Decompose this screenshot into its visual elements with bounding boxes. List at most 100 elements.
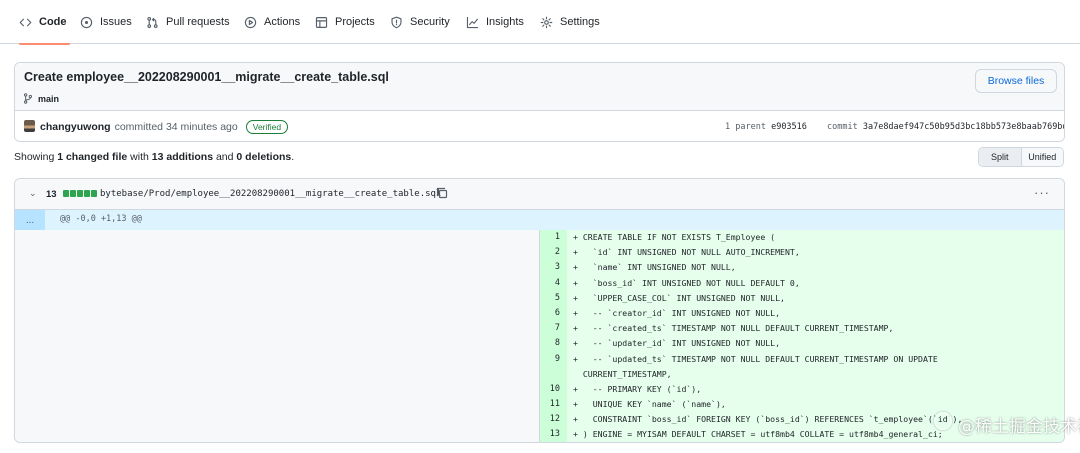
- line-number[interactable]: 3: [540, 260, 567, 276]
- line-number[interactable]: 1: [540, 230, 567, 246]
- line-number[interactable]: 13: [540, 427, 567, 442]
- diffstat-block: [91, 190, 97, 197]
- parent-label: 1 parent: [725, 122, 766, 132]
- commit-meta: changyuwong committed 34 minutes ago Ver…: [15, 111, 1064, 141]
- code-icon: [19, 18, 32, 26]
- file-diff: ⌄ 13 bytebase/Prod/employee__20220829000…: [14, 178, 1065, 443]
- code-line: + `name` INT UNSIGNED NOT NULL,: [573, 262, 736, 273]
- git-pull-request-icon: [147, 16, 158, 28]
- expand-hunk-button[interactable]: ...: [15, 210, 45, 230]
- line-number[interactable]: 11: [540, 397, 567, 413]
- tab-issues[interactable]: Issues: [80, 0, 132, 44]
- diff-line: 3 + `name` INT UNSIGNED NOT NULL,: [540, 260, 1064, 276]
- verified-badge[interactable]: Verified: [245, 120, 289, 134]
- line-number[interactable]: 7: [540, 321, 567, 337]
- diffstat-block: [77, 190, 83, 197]
- code-line: + `id` INT UNSIGNED NOT NULL AUTO_INCREM…: [573, 247, 800, 258]
- parent-sha-link[interactable]: e903516: [771, 122, 807, 132]
- graph-icon: [466, 16, 479, 28]
- diffstat-block: [84, 190, 90, 197]
- line-number[interactable]: 4: [540, 275, 567, 291]
- watermark: @稀土掘金技术社区: [958, 417, 1080, 437]
- line-number[interactable]: 9: [540, 351, 567, 382]
- diff-line: 11 + UNIQUE KEY `name` (`name`),: [540, 397, 1064, 413]
- diff-left-pane: [15, 230, 540, 442]
- kebab-menu-icon[interactable]: ···: [1034, 185, 1050, 200]
- diff-line: 2 + `id` INT UNSIGNED NOT NULL AUTO_INCRE…: [540, 245, 1064, 261]
- tab-label: Security: [410, 16, 450, 28]
- commit-title-bar: Create employee__202208290001__migrate__…: [15, 63, 1064, 111]
- tab-label: Actions: [264, 16, 301, 28]
- diff-line: 5 + `UPPER_CASE_COL` INT UNSIGNED NOT NUL…: [540, 290, 1064, 306]
- gear-icon: [540, 16, 553, 28]
- branch-name: main: [38, 93, 60, 104]
- line-number[interactable]: 2: [540, 245, 567, 261]
- line-number[interactable]: 6: [540, 305, 567, 322]
- diffstat-block: [63, 190, 69, 197]
- tab-label: Insights: [486, 16, 524, 28]
- summary-prefix: Showing: [14, 151, 55, 163]
- hunk-header: ... @@ -0,0 +1,13 @@: [15, 210, 1064, 230]
- tab-label: Code: [39, 16, 67, 28]
- diff-right-pane: 1 + CREATE TABLE IF NOT EXISTS T_Employee…: [540, 230, 1064, 442]
- summary-and: and: [215, 151, 234, 163]
- table-icon: [315, 16, 328, 28]
- diff-line: 7 + -- `created_ts` TIMESTAMP NOT NULL DE…: [540, 321, 1064, 337]
- play-icon: [244, 16, 257, 28]
- tab-pull-requests[interactable]: Pull requests: [146, 0, 230, 44]
- diff-line: 1 + CREATE TABLE IF NOT EXISTS T_Employee…: [540, 230, 1064, 246]
- tab-security[interactable]: Security: [390, 0, 450, 44]
- commit-header: Create employee__202208290001__migrate__…: [14, 62, 1065, 142]
- tab-label: Pull requests: [166, 16, 230, 28]
- file-changes-count: 13: [46, 189, 57, 200]
- commit-sha-info: commit 3a7e8daef947c50b95d3bc18bb573e8ba…: [827, 122, 1064, 132]
- diff-summary: Showing 1 changed file with 13 additions…: [14, 151, 294, 163]
- unified-view-button[interactable]: Unified: [1021, 148, 1063, 166]
- code-line: + -- `creator_id` INT UNSIGNED NOT NULL,: [573, 307, 781, 318]
- changed-files-count[interactable]: 1 changed file: [57, 151, 127, 163]
- diff-line: 10 + -- PRIMARY KEY (`id`),: [540, 381, 1064, 398]
- code-line: + -- PRIMARY KEY (`id`),: [573, 383, 702, 394]
- commit-label: commit: [827, 122, 858, 132]
- line-number[interactable]: 12: [540, 412, 567, 428]
- avatar[interactable]: [24, 120, 35, 132]
- line-number[interactable]: 5: [540, 290, 567, 306]
- author-line: changyuwong committed 34 minutes ago Ver…: [40, 120, 289, 134]
- author-link[interactable]: changyuwong: [40, 121, 111, 133]
- hunk-range: @@ -0,0 +1,13 @@: [60, 214, 142, 224]
- repo-nav: Code Issues Pull requests Actions Projec…: [0, 0, 1080, 45]
- file-header: ⌄ 13 bytebase/Prod/employee__20220829000…: [15, 179, 1064, 210]
- diffstat-block: [70, 190, 76, 197]
- commit-title: Create employee__202208290001__migrate__…: [24, 70, 389, 84]
- tab-projects[interactable]: Projects: [315, 0, 375, 44]
- summary-suffix: .: [291, 151, 295, 163]
- code-line: + -- `updated_ts` TIMESTAMP NOT NULL DEF…: [573, 353, 938, 379]
- tab-actions[interactable]: Actions: [244, 0, 300, 44]
- diffstat-bar: [63, 190, 97, 197]
- diff-view-toggle: Split Unified: [978, 147, 1064, 167]
- issue-opened-icon: [80, 16, 93, 28]
- tab-settings[interactable]: Settings: [540, 0, 600, 44]
- deletions-count: 0 deletions: [236, 151, 292, 163]
- chevron-down-icon[interactable]: ⌄: [29, 188, 37, 199]
- tab-label: Projects: [335, 16, 375, 28]
- split-view-button[interactable]: Split: [979, 148, 1022, 166]
- copy-icon[interactable]: [436, 187, 448, 199]
- committed-time: committed 34 minutes ago: [114, 121, 238, 133]
- tab-label: Issues: [100, 16, 132, 28]
- branch-indicator[interactable]: main: [23, 93, 59, 104]
- line-number[interactable]: 8: [540, 336, 567, 352]
- tab-code[interactable]: Code: [19, 0, 70, 45]
- git-branch-icon: [23, 93, 33, 104]
- code-line: + UNIQUE KEY `name` (`name`),: [573, 399, 726, 410]
- shield-icon: [391, 16, 402, 28]
- line-number[interactable]: 10: [540, 381, 567, 398]
- code-line: + CREATE TABLE IF NOT EXISTS T_Employee …: [573, 232, 776, 242]
- code-line: + -- `updater_id` INT UNSIGNED NOT NULL,: [573, 338, 781, 349]
- diff-line: 6 + -- `creator_id` INT UNSIGNED NOT NULL…: [540, 305, 1064, 322]
- code-line: + `boss_id` INT UNSIGNED NOT NULL DEFAUL…: [573, 277, 800, 288]
- browse-files-button[interactable]: Browse files: [975, 69, 1057, 93]
- diff-line: 4 + `boss_id` INT UNSIGNED NOT NULL DEFAU…: [540, 275, 1064, 291]
- file-path-link[interactable]: bytebase/Prod/employee__202208290001__mi…: [100, 189, 441, 199]
- tab-insights[interactable]: Insights: [466, 0, 524, 44]
